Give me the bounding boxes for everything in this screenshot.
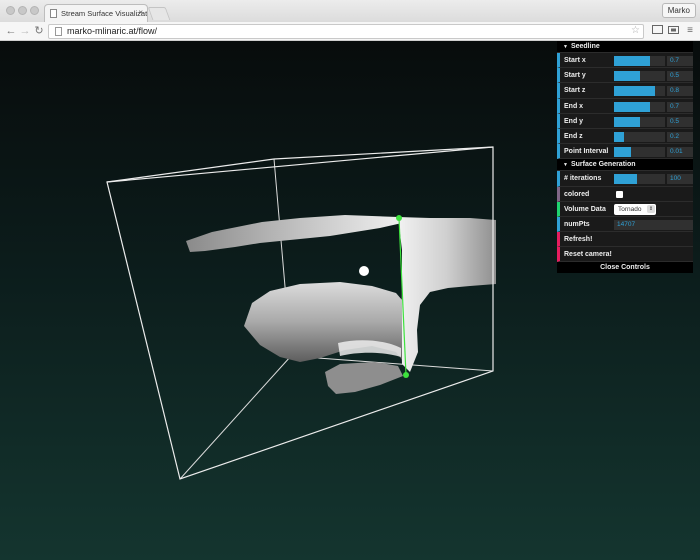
iterations-input[interactable]: 100	[667, 174, 693, 185]
tab-title: Stream Surface Visualizati...	[61, 9, 148, 18]
volume-data-select[interactable]: Tornado ⇕	[614, 203, 656, 215]
start-z-label: Start z	[564, 87, 586, 95]
browser-tab[interactable]: Stream Surface Visualizati... ×	[44, 4, 148, 22]
volume-data-label: Volume Data	[564, 205, 606, 213]
extension-icon[interactable]	[667, 25, 679, 37]
address-bar[interactable]: marko-mlinaric.at/flow/ ☆	[48, 24, 644, 39]
start-z-slider[interactable]	[614, 86, 665, 97]
point-interval-control: Point Interval 0.01	[557, 144, 693, 160]
end-x-control: End x 0.7	[557, 98, 693, 114]
start-y-label: Start y	[564, 72, 586, 80]
end-x-slider[interactable]	[614, 101, 665, 112]
zoom-window-button[interactable]	[30, 6, 39, 15]
window-titlebar: Stream Surface Visualizati... × Marko	[0, 0, 700, 22]
menu-icon[interactable]: ≡	[684, 25, 696, 37]
start-x-input[interactable]: 0.7	[667, 56, 693, 66]
start-x-slider[interactable]	[614, 56, 665, 66]
start-x-slider-fill	[614, 56, 650, 66]
iterations-label: # iterations	[564, 175, 602, 183]
profile-button[interactable]: Marko	[661, 3, 696, 18]
page-info-icon[interactable]	[55, 27, 62, 36]
browser-toolbar: ← → ↻ marko-mlinaric.at/flow/ ☆ ≡	[0, 22, 700, 41]
seedline-end-handle	[403, 372, 409, 378]
close-window-button[interactable]	[6, 6, 15, 15]
tab-close-icon[interactable]: ×	[138, 8, 143, 17]
end-z-input[interactable]: 0.2	[667, 131, 693, 142]
volume-data-control: Volume Data Tornado ⇕	[557, 201, 693, 217]
minimize-window-button[interactable]	[18, 6, 27, 15]
end-y-slider-fill	[614, 116, 640, 127]
collapse-triangle-icon: ▼	[563, 162, 568, 169]
volume-data-value: Tornado	[618, 205, 642, 213]
collapse-triangle-icon: ▼	[563, 44, 568, 50]
end-z-slider[interactable]	[614, 131, 665, 142]
page-icon	[50, 9, 57, 18]
end-x-input[interactable]: 0.7	[667, 101, 693, 112]
start-y-slider-fill	[614, 71, 640, 82]
start-y-slider[interactable]	[614, 71, 665, 82]
iterations-control: # iterations 100	[557, 171, 693, 187]
upper-sheet	[186, 215, 402, 252]
back-icon[interactable]: ←	[5, 24, 17, 38]
end-y-input[interactable]: 0.5	[667, 116, 693, 127]
cast-icon[interactable]	[651, 25, 663, 37]
bookmark-star-icon[interactable]: ☆	[631, 25, 640, 36]
start-z-slider-fill	[614, 86, 655, 97]
url-text: marko-mlinaric.at/flow/	[67, 26, 158, 36]
end-z-label: End z	[564, 132, 583, 140]
start-x-control: Start x 0.7	[557, 53, 693, 69]
point-interval-slider[interactable]	[614, 147, 665, 158]
end-x-slider-fill	[614, 101, 650, 112]
end-x-label: End x	[564, 102, 584, 110]
end-z-control: End z 0.2	[557, 128, 693, 145]
point-interval-label: Point Interval	[564, 148, 609, 156]
controls-panel: ▼ Seedline Start x 0.7 Start y 0.5 Start z 0.8…	[557, 41, 693, 274]
seedline-folder-title[interactable]: ▼ Seedline	[557, 41, 693, 53]
start-y-control: Start y 0.5	[557, 68, 693, 84]
iterations-slider-fill	[614, 174, 637, 185]
camera-target-marker	[359, 266, 369, 276]
reset-camera-label: Reset camera!	[564, 251, 612, 259]
start-z-control: Start z 0.8	[557, 83, 693, 99]
end-y-label: End y	[564, 117, 584, 125]
start-y-input[interactable]: 0.5	[667, 71, 693, 82]
select-arrows-icon: ⇕	[647, 204, 655, 213]
refresh-button[interactable]: Refresh!	[557, 232, 693, 248]
close-controls-button[interactable]: Close Controls	[557, 262, 693, 274]
iterations-slider[interactable]	[614, 174, 665, 185]
end-y-slider[interactable]	[614, 116, 665, 127]
point-interval-slider-fill	[614, 147, 631, 158]
seedline-controls: Start x 0.7 Start y 0.5 Start z 0.8 End x 0.7 En…	[557, 53, 693, 160]
reset-camera-button[interactable]: Reset camera!	[557, 247, 693, 263]
numpts-input[interactable]: 14707	[614, 219, 693, 230]
new-tab-button[interactable]	[147, 7, 171, 20]
bottom-tail	[325, 362, 403, 394]
colored-control: colored	[557, 186, 693, 202]
start-x-label: Start x	[564, 57, 586, 64]
surface-folder-title[interactable]: ▼ Surface Generation	[557, 159, 693, 172]
refresh-label: Refresh!	[564, 236, 593, 244]
colored-checkbox[interactable]	[616, 190, 623, 198]
numpts-control: numPts 14707	[557, 216, 693, 233]
reload-icon[interactable]: ↻	[33, 24, 45, 38]
end-z-slider-fill	[614, 131, 625, 142]
point-interval-input[interactable]: 0.01	[667, 147, 693, 158]
start-z-input[interactable]: 0.8	[667, 86, 693, 97]
seedline-start-handle	[396, 215, 402, 221]
colored-label: colored	[564, 190, 590, 198]
numpts-label: numPts	[564, 220, 590, 228]
end-y-control: End y 0.5	[557, 113, 693, 129]
forward-icon[interactable]: →	[19, 24, 31, 38]
right-lobe	[398, 217, 496, 372]
